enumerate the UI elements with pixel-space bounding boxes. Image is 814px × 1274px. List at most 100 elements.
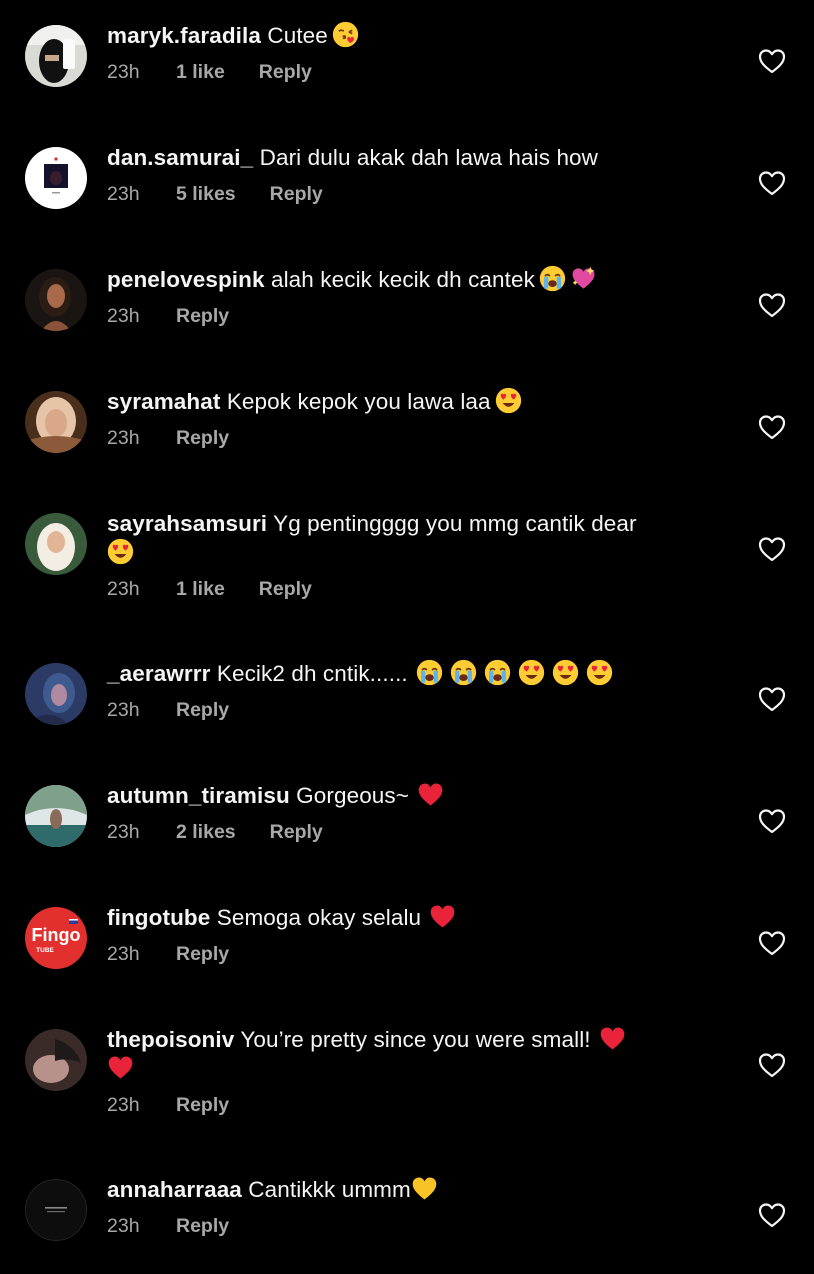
comment-text: autumn_tiramisu Gorgeous~ bbox=[107, 781, 707, 810]
heart-eyes-emoji bbox=[495, 387, 522, 414]
avatar[interactable] bbox=[25, 1029, 87, 1091]
comment-username[interactable]: sayrahsamsuri bbox=[107, 511, 267, 536]
comment-likes[interactable]: 5 likes bbox=[176, 182, 236, 206]
comment-meta: 23h 5 likes Reply bbox=[107, 182, 707, 206]
heart-eyes-emoji bbox=[107, 538, 134, 565]
like-heart-icon[interactable] bbox=[758, 414, 786, 440]
red-heart-emoji bbox=[599, 1025, 626, 1052]
yellow-heart-emoji bbox=[411, 1175, 438, 1202]
reply-button[interactable]: Reply bbox=[176, 942, 229, 966]
fingotube-logo-text: Fingo bbox=[32, 925, 81, 945]
comment-text: thepoisoniv You’re pretty since you were… bbox=[107, 1025, 707, 1083]
loudly-crying-emoji bbox=[484, 659, 511, 686]
comment-message: Kecik2 dh cntik...... bbox=[216, 661, 408, 686]
comment-username[interactable]: annaharraaa bbox=[107, 1177, 242, 1202]
comment-username[interactable]: maryk.faradila bbox=[107, 23, 261, 48]
reply-button[interactable]: Reply bbox=[176, 1214, 229, 1238]
kissing-heart-emoji bbox=[332, 21, 359, 48]
comment-likes[interactable]: 1 like bbox=[176, 577, 225, 601]
comment-message: Cantikkk ummm bbox=[248, 1177, 411, 1202]
comment-message: alah kecik kecik dh cantek bbox=[270, 267, 535, 292]
comment-text: maryk.faradila Cutee bbox=[107, 21, 707, 50]
comment-meta: 23h Reply bbox=[107, 426, 707, 450]
comment-text: syramahat Kepok kepok you lawa laa bbox=[107, 387, 707, 416]
comment-username[interactable]: autumn_tiramisu bbox=[107, 783, 290, 808]
reply-button[interactable]: Reply bbox=[270, 820, 323, 844]
comment-text: _aerawrrr Kecik2 dh cntik...... bbox=[107, 659, 707, 688]
avatar[interactable] bbox=[25, 391, 87, 453]
like-heart-icon[interactable] bbox=[758, 170, 786, 196]
avatar[interactable] bbox=[25, 25, 87, 87]
comment-text: annaharraaa Cantikkk ummm bbox=[107, 1175, 707, 1204]
reply-button[interactable]: Reply bbox=[176, 426, 229, 450]
like-heart-icon[interactable] bbox=[758, 48, 786, 74]
red-heart-emoji bbox=[107, 1054, 134, 1081]
avatar[interactable] bbox=[25, 1179, 87, 1241]
comment-username[interactable]: penelovespink bbox=[107, 267, 265, 292]
comment-username[interactable]: thepoisoniv bbox=[107, 1027, 234, 1052]
comment-username[interactable]: fingotube bbox=[107, 905, 210, 930]
like-heart-icon[interactable] bbox=[758, 930, 786, 956]
comment-time: 23h bbox=[107, 578, 140, 600]
comment-message: Cutee bbox=[267, 23, 328, 48]
reply-button[interactable]: Reply bbox=[176, 1093, 229, 1117]
comment-message: Kepok kepok you lawa laa bbox=[226, 389, 491, 414]
like-heart-icon[interactable] bbox=[758, 686, 786, 712]
red-heart-emoji bbox=[429, 903, 456, 930]
comment-time: 23h bbox=[107, 1094, 140, 1116]
comment-likes[interactable]: 1 like bbox=[176, 60, 225, 84]
heart-eyes-emoji bbox=[586, 659, 613, 686]
comment-likes[interactable]: 2 likes bbox=[176, 820, 236, 844]
fingotube-logo-subtext: TUBE bbox=[36, 947, 54, 954]
comment-username[interactable]: syramahat bbox=[107, 389, 220, 414]
comment-text: fingotube Semoga okay selalu bbox=[107, 903, 707, 932]
loudly-crying-emoji bbox=[539, 265, 566, 292]
loudly-crying-emoji bbox=[416, 659, 443, 686]
reply-button[interactable]: Reply bbox=[259, 60, 312, 84]
comment-meta: 23h 1 like Reply bbox=[107, 577, 707, 601]
comment-username[interactable]: _aerawrrr bbox=[107, 661, 210, 686]
comment-username[interactable]: dan.samurai_ bbox=[107, 145, 253, 170]
comment-time: 23h bbox=[107, 943, 140, 965]
avatar[interactable] bbox=[25, 785, 87, 847]
heart-eyes-emoji bbox=[552, 659, 579, 686]
comment-time: 23h bbox=[107, 1215, 140, 1237]
reply-button[interactable]: Reply bbox=[176, 698, 229, 722]
like-heart-icon[interactable] bbox=[758, 1052, 786, 1078]
comment-meta: 23h Reply bbox=[107, 1093, 707, 1117]
comment-text: dan.samurai_ Dari dulu akak dah lawa hai… bbox=[107, 143, 707, 172]
comment-time: 23h bbox=[107, 61, 140, 83]
comment-text: penelovespink alah kecik kecik dh cantek bbox=[107, 265, 707, 294]
comment-message: Dari dulu akak dah lawa hais how bbox=[259, 145, 599, 170]
red-heart-emoji bbox=[417, 781, 444, 808]
comment-meta: 23h 1 like Reply bbox=[107, 60, 707, 84]
avatar[interactable]: Fingo TUBE bbox=[25, 907, 87, 969]
avatar[interactable] bbox=[25, 147, 87, 209]
reply-button[interactable]: Reply bbox=[270, 182, 323, 206]
comment-time: 23h bbox=[107, 305, 140, 327]
comment-text: sayrahsamsuri Yg pentingggg you mmg cant… bbox=[107, 509, 707, 567]
comment-time: 23h bbox=[107, 183, 140, 205]
sparkling-heart-emoji bbox=[570, 265, 597, 292]
comment-meta: 23h 2 likes Reply bbox=[107, 820, 707, 844]
comment-time: 23h bbox=[107, 699, 140, 721]
comment-meta: 23h Reply bbox=[107, 1214, 707, 1238]
avatar[interactable] bbox=[25, 513, 87, 575]
like-heart-icon[interactable] bbox=[758, 292, 786, 318]
reply-button[interactable]: Reply bbox=[259, 577, 312, 601]
like-heart-icon[interactable] bbox=[758, 1202, 786, 1228]
comment-message: Semoga okay selalu bbox=[216, 905, 422, 930]
comment-message: Yg pentingggg you mmg cantik dear bbox=[273, 511, 637, 536]
comment-meta: 23h Reply bbox=[107, 304, 707, 328]
like-heart-icon[interactable] bbox=[758, 536, 786, 562]
loudly-crying-emoji bbox=[450, 659, 477, 686]
like-heart-icon[interactable] bbox=[758, 808, 786, 834]
comment-message: You’re pretty since you were small! bbox=[240, 1027, 591, 1052]
comment-time: 23h bbox=[107, 427, 140, 449]
reply-button[interactable]: Reply bbox=[176, 304, 229, 328]
avatar[interactable] bbox=[25, 269, 87, 331]
heart-eyes-emoji bbox=[518, 659, 545, 686]
comment-time: 23h bbox=[107, 821, 140, 843]
avatar[interactable] bbox=[25, 663, 87, 725]
comment-meta: 23h Reply bbox=[107, 942, 707, 966]
